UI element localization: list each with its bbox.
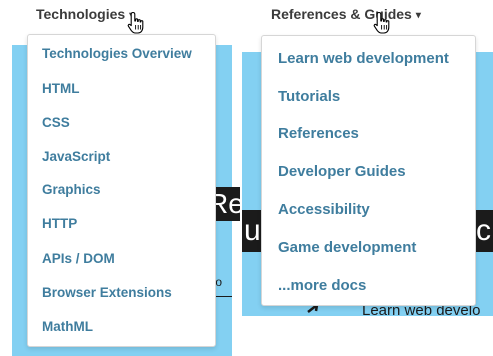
menu-item-browser-extensions[interactable]: Browser Extensions [42,285,172,300]
hero-heading-text-right-start: u [244,214,261,247]
menu-item-mathml[interactable]: MathML [42,319,93,334]
nav-references-button[interactable]: References & Guides ▾ [271,6,421,26]
menu-item-learn-web-development[interactable]: Learn web development [278,50,449,67]
caret-down-icon: ▾ [415,10,421,21]
menu-item-more-docs[interactable]: ...more docs [278,277,366,294]
menu-item-references[interactable]: References [278,125,359,142]
menu-item-javascript[interactable]: JavaScript [42,149,110,164]
nav-technologies-label: Technologies [36,6,126,22]
menu-item-game-development[interactable]: Game development [278,239,416,256]
menu-item-technologies-overview[interactable]: Technologies Overview [42,46,192,61]
menu-item-developer-guides[interactable]: Developer Guides [278,163,406,180]
menu-item-apis-dom[interactable]: APIs / DOM [42,251,115,266]
hero-heading-text-right-end: c [476,214,491,247]
hand-cursor-icon [127,11,144,34]
references-dropdown-menu: Learn web development Tutorials Referenc… [261,35,476,306]
menu-item-tutorials[interactable]: Tutorials [278,88,340,105]
menu-item-http[interactable]: HTTP [42,216,77,231]
menu-item-accessibility[interactable]: Accessibility [278,201,370,218]
menu-item-html[interactable]: HTML [42,81,80,96]
menu-item-css[interactable]: CSS [42,115,70,130]
technologies-dropdown-menu: Technologies Overview HTML CSS JavaScrip… [27,34,216,347]
nav-technologies-button[interactable]: Technologies▾ [36,6,134,26]
menu-item-graphics[interactable]: Graphics [42,182,101,197]
hand-cursor-icon [373,11,390,34]
